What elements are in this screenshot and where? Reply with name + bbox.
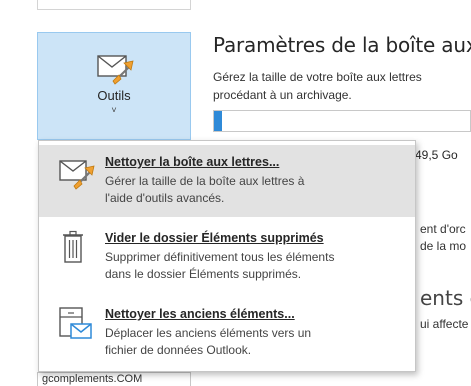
top-panel-edge: [37, 0, 191, 10]
menu-item-empty-deleted[interactable]: Vider le dossier Éléments supprimés Supp…: [39, 221, 415, 293]
storage-size-text: 49,5 Go: [415, 148, 458, 162]
background-text-3: ui affecte: [420, 317, 469, 331]
menu-item-title: Vider le dossier Éléments supprimés: [105, 231, 324, 245]
section-description-line1: Gérez la taille de votre boîte aux lettr…: [213, 70, 422, 84]
menu-item-title: Nettoyer la boîte aux lettres...: [105, 155, 280, 169]
section-title: Paramètres de la boîte aux: [213, 33, 471, 57]
tools-button[interactable]: Outils ˅: [37, 32, 191, 140]
section-description-line2: procédant à un archivage.: [213, 88, 352, 102]
mailbox-cleanup-icon: [59, 160, 95, 190]
menu-item-description-line2: l'aide d'outils avancés.: [105, 191, 225, 205]
background-section-title: ents e: [420, 286, 471, 310]
background-text-2: de la mo: [420, 239, 467, 253]
menu-item-description-line2: dans le dossier Éléments supprimés.: [105, 267, 302, 281]
tools-label: Outils: [97, 88, 131, 103]
section-description: Gérez la taille de votre boîte aux lettr…: [213, 68, 471, 104]
menu-item-description-line1: Supprimer définitivement tous les élémen…: [105, 250, 335, 264]
storage-progress-bar: [213, 110, 471, 132]
menu-item-archive-old[interactable]: Nettoyer les anciens éléments... Déplace…: [39, 297, 415, 369]
menu-item-description-line1: Déplacer les anciens éléments vers un: [105, 326, 312, 340]
menu-item-mailbox-cleanup[interactable]: Nettoyer la boîte aux lettres... Gérer l…: [39, 145, 415, 217]
storage-progress-fill: [214, 111, 222, 131]
menu-item-description: Déplacer les anciens éléments vers un fi…: [105, 325, 405, 359]
menu-item-description-line1: Gérer la taille de la boîte aux lettres …: [105, 174, 305, 188]
background-text-1: ent d'orc: [420, 222, 466, 236]
menu-item-title: Nettoyer les anciens éléments...: [105, 307, 295, 321]
menu-item-description-line2: fichier de données Outlook.: [105, 343, 252, 357]
archive-mail-icon: [59, 307, 92, 339]
background-footer-tab: gcomplements.COM: [37, 372, 191, 386]
chevron-down-icon: ˅: [111, 105, 117, 115]
menu-item-description: Gérer la taille de la boîte aux lettres …: [105, 173, 405, 207]
trash-icon: [63, 230, 83, 263]
menu-item-description: Supprimer définitivement tous les élémen…: [105, 249, 405, 283]
mailbox-tools-icon: [97, 55, 134, 85]
tools-dropdown-menu: Nettoyer la boîte aux lettres... Gérer l…: [38, 140, 416, 372]
